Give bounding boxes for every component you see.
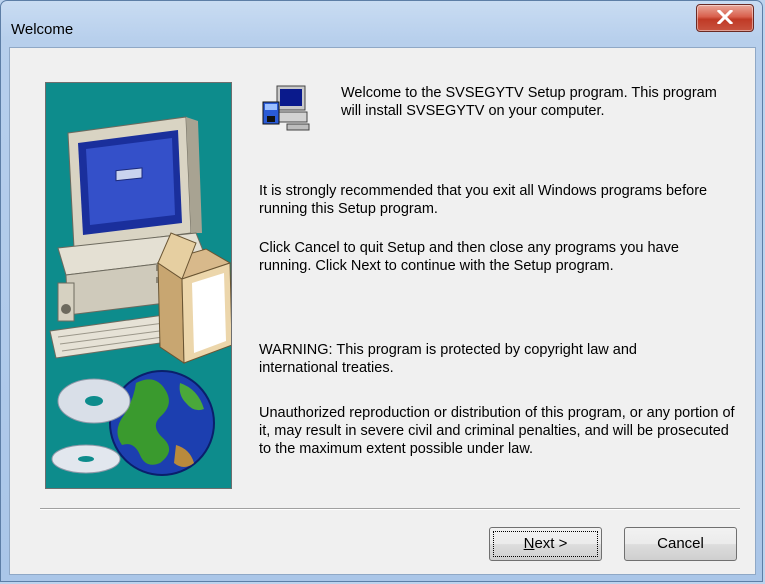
setup-computer-icon xyxy=(261,82,313,134)
setup-dialog: Welcome Welcome to the SVSEGYTV Setup pr… xyxy=(0,0,763,582)
recommendation-text: It is strongly recommended that you exit… xyxy=(259,183,708,217)
computer-globe-illustration xyxy=(49,116,231,476)
instructions-text: Click Cancel to quit Setup and then clos… xyxy=(259,240,679,274)
intro-text: Welcome to the SVSEGYTV Setup program. T… xyxy=(341,85,717,119)
legal-text: Unauthorized reproduction or distributio… xyxy=(259,405,735,457)
window-title: Welcome xyxy=(11,21,74,38)
divider xyxy=(40,508,740,510)
next-button[interactable]: Next > xyxy=(489,527,602,561)
cancel-button[interactable]: Cancel xyxy=(624,527,737,561)
close-button[interactable] xyxy=(696,4,754,32)
focus-rectangle xyxy=(493,531,598,557)
dialog-client-area: Welcome to the SVSEGYTV Setup program. T… xyxy=(9,47,756,575)
title-bar[interactable]: Welcome xyxy=(1,1,762,45)
close-icon xyxy=(717,10,733,24)
warning-text: WARNING: This program is protected by co… xyxy=(259,342,637,376)
setup-banner-image xyxy=(45,82,232,489)
